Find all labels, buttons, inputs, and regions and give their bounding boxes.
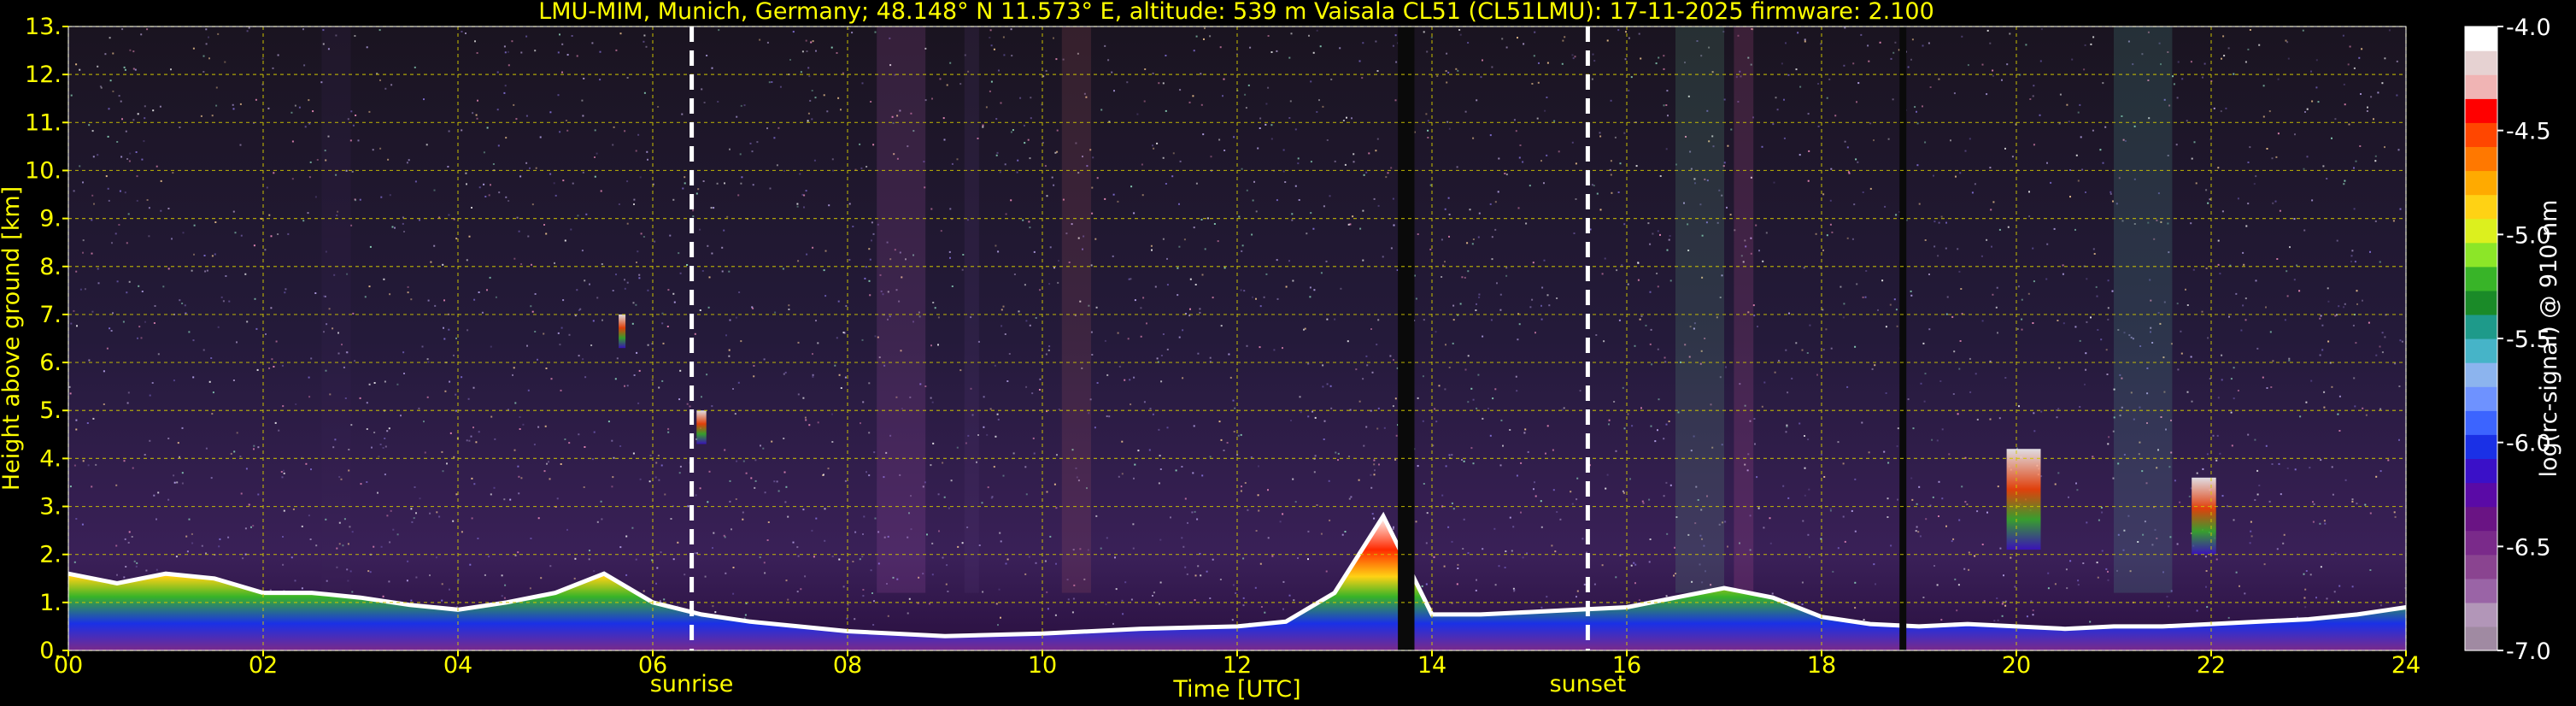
x-tick-label: 10	[1028, 652, 1057, 679]
x-tick-label: 22	[2197, 652, 2226, 679]
colorbar-swatch	[2465, 410, 2497, 435]
y-tick-label: 11.	[25, 109, 62, 136]
colorbar-swatch	[2465, 530, 2497, 556]
colorbar-swatch	[2465, 458, 2497, 484]
colorbar-swatch	[2465, 314, 2497, 339]
aerosol-layer	[696, 410, 707, 444]
colorbar-tick-label: -4.0	[2506, 15, 2551, 41]
colorbar-tick-label: -6.5	[2506, 534, 2551, 561]
colorbar-swatch	[2465, 602, 2497, 627]
x-tick-label: 16	[1612, 652, 1641, 679]
y-tick-label: 8.	[39, 254, 62, 280]
y-tick-label: 6.	[39, 350, 62, 376]
colorbar-swatch	[2465, 194, 2497, 220]
x-tick-label: 08	[833, 652, 862, 679]
colorbar-swatch	[2465, 626, 2497, 651]
x-tick-label: 20	[2002, 652, 2031, 679]
x-axis: 00 02 04 06 08 10 12 14 16 18 20 22 24	[54, 650, 2421, 679]
colorbar-swatch	[2465, 362, 2497, 387]
data-gap	[1398, 26, 1415, 650]
x-tick-label: 14	[1417, 652, 1446, 679]
aerosol-layer	[2192, 477, 2216, 555]
chart-title: LMU-MIM, Munich, Germany; 48.148° N 11.5…	[538, 0, 1934, 25]
x-axis-label: Time [UTC]	[1172, 676, 1300, 703]
x-tick-label: 04	[443, 652, 472, 679]
y-tick-label: 5.	[39, 397, 62, 424]
colorbar-swatch	[2465, 122, 2497, 147]
plot-area: sunrise sunset	[67, 26, 2407, 697]
data-gap	[1899, 26, 1907, 650]
x-tick-label: 18	[1807, 652, 1836, 679]
colorbar-swatch	[2465, 434, 2497, 459]
x-tick-label: 02	[249, 652, 278, 679]
x-tick-label: 06	[638, 652, 667, 679]
plot-background	[68, 26, 2406, 650]
y-axis-label: Height above ground [km]	[0, 186, 25, 491]
colorbar-swatch	[2465, 338, 2497, 363]
colorbar-label: log(rc-signal) @ 910 nm	[2536, 200, 2562, 478]
colorbar-swatch	[2465, 554, 2497, 580]
colorbar-swatch	[2465, 578, 2497, 603]
colorbar-swatch	[2465, 170, 2497, 196]
y-tick-label: 10.	[25, 157, 62, 184]
x-tick-label: 24	[2391, 652, 2421, 679]
colorbar-swatch	[2465, 218, 2497, 244]
colorbar-swatch	[2465, 146, 2497, 172]
y-tick-label: 12.	[25, 62, 62, 88]
colorbar-swatch	[2465, 482, 2497, 508]
y-tick-label: 7.	[39, 302, 62, 328]
y-tick-label: 13.	[25, 14, 62, 40]
y-tick-label: 9.	[39, 206, 62, 232]
colorbar-tick-label: -4.5	[2506, 119, 2551, 145]
colorbar-swatch	[2465, 50, 2497, 75]
colorbar-swatch	[2465, 242, 2497, 268]
colorbar	[2464, 26, 2498, 651]
colorbar-swatch	[2465, 386, 2497, 411]
colorbar-swatch	[2465, 74, 2497, 99]
y-tick-label: 0.	[39, 638, 62, 664]
colorbar-swatch	[2465, 266, 2497, 291]
y-tick-label: 2.	[39, 542, 62, 568]
colorbar-swatch	[2465, 506, 2497, 532]
colorbar-swatch	[2465, 98, 2497, 123]
y-tick-label: 4.	[39, 445, 62, 472]
y-tick-label: 3.	[39, 494, 62, 521]
colorbar-swatch	[2465, 290, 2497, 315]
y-tick-label: 1.	[39, 590, 62, 616]
aerosol-layer	[619, 314, 626, 349]
ceilometer-figure: LMU-MIM, Munich, Germany; 48.148° N 11.5…	[0, 0, 2562, 703]
y-axis: 0. 1. 2. 3. 4. 5. 6. 7. 8. 9. 10. 11. 12. 13.	[25, 14, 68, 664]
x-tick-label: 12	[1223, 652, 1252, 679]
aerosol-layer	[2006, 449, 2041, 550]
colorbar-swatch	[2465, 26, 2497, 51]
colorbar-tick-label: -7.0	[2506, 638, 2551, 665]
